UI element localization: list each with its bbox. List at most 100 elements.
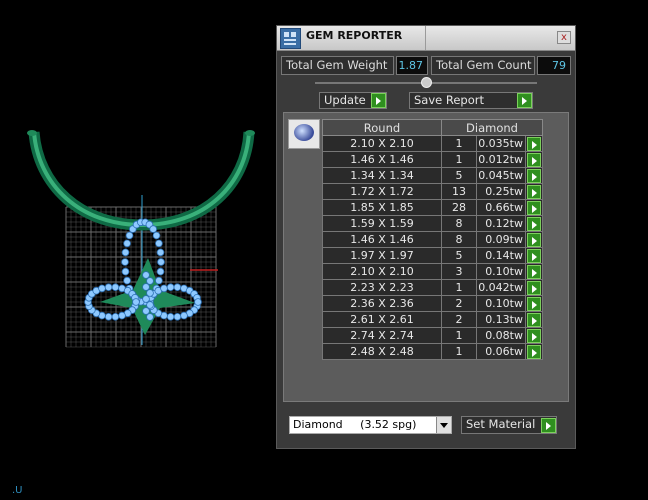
table-row: 2.23 X 2.23 1 0.042tw [322, 279, 543, 296]
gem-stone [194, 298, 202, 306]
table-row: 2.10 X 2.10 1 0.035tw [322, 135, 543, 152]
gem-stone [146, 277, 154, 285]
row-select-icon[interactable] [527, 280, 541, 295]
chain-end-right [245, 130, 255, 136]
table-row: 1.59 X 1.59 8 0.12tw [322, 215, 543, 232]
cell-weight: 0.045tw [476, 167, 526, 184]
gem-stone [146, 301, 154, 309]
axis-label: .U [12, 485, 23, 496]
material-select[interactable]: Diamond (3.52 spg) [289, 416, 452, 434]
gem-stone [123, 276, 131, 285]
cell-weight: 0.012tw [476, 151, 526, 168]
table-row: 2.61 X 2.61 2 0.13tw [322, 311, 543, 328]
table-row: 1.46 X 1.46 1 0.012tw [322, 151, 543, 168]
cell-action [525, 263, 543, 280]
row-select-icon[interactable] [527, 168, 541, 183]
row-select-icon[interactable] [527, 216, 541, 231]
save-report-go-icon[interactable] [517, 93, 532, 108]
row-select-icon[interactable] [527, 248, 541, 263]
save-report-label: Save Report [414, 93, 485, 107]
gem-stone [142, 307, 150, 315]
row-select-icon[interactable] [527, 184, 541, 199]
cell-size: 2.74 X 2.74 [322, 327, 442, 344]
app-icon [280, 28, 301, 49]
gem-table-area: Round Diamond 2.10 X 2.10 1 0.035tw 1.46 X … [283, 112, 569, 402]
cell-count: 1 [441, 135, 477, 152]
set-material-button[interactable]: Set Material [461, 416, 557, 434]
total-gem-weight-label: Total Gem Weight [281, 56, 394, 75]
cell-size: 2.36 X 2.36 [322, 295, 442, 312]
table-row: 1.46 X 1.46 8 0.09tw [322, 231, 543, 248]
total-gem-count-label: Total Gem Count [431, 56, 535, 75]
cell-action [525, 199, 543, 216]
cell-weight: 0.08tw [476, 327, 526, 344]
row-select-icon[interactable] [527, 200, 541, 215]
update-go-icon[interactable] [371, 93, 386, 108]
title-bar[interactable]: GEM REPORTER x [277, 26, 575, 51]
gem-stone [173, 312, 182, 321]
row-select-icon[interactable] [527, 312, 541, 327]
gem-stone [142, 295, 150, 303]
gem-stone [155, 239, 163, 248]
material-select-value: Diamond (3.52 spg) [293, 418, 417, 431]
cell-count: 1 [441, 327, 477, 344]
panel-title: GEM REPORTER [306, 29, 403, 42]
cell-count: 1 [441, 151, 477, 168]
cell-weight: 0.66tw [476, 199, 526, 216]
title-divider [425, 26, 426, 50]
table-row: 2.10 X 2.10 3 0.10tw [322, 263, 543, 280]
update-button[interactable]: Update [319, 92, 387, 109]
close-button[interactable]: x [557, 31, 571, 44]
table-row: 1.85 X 1.85 28 0.66tw [322, 199, 543, 216]
column-header-material: Diamond [441, 119, 543, 136]
cell-weight: 0.06tw [476, 343, 526, 360]
row-select-icon[interactable] [527, 328, 541, 343]
cell-action [525, 167, 543, 184]
row-select-icon[interactable] [527, 264, 541, 279]
column-header-shape: Round [322, 119, 442, 136]
set-material-label: Set Material [466, 417, 536, 431]
gem-stone [121, 248, 130, 257]
gem-stone [160, 284, 168, 293]
cell-weight: 0.13tw [476, 311, 526, 328]
gem-stone [156, 248, 165, 257]
update-label: Update [324, 93, 366, 107]
cell-size: 1.85 X 1.85 [322, 199, 442, 216]
table-row: 2.48 X 2.48 1 0.06tw [322, 343, 543, 360]
gem-stone [155, 276, 163, 285]
cell-size: 1.34 X 1.34 [322, 167, 442, 184]
set-material-go-icon[interactable] [541, 418, 556, 433]
cell-weight: 0.035tw [476, 135, 526, 152]
gem-stone [142, 271, 150, 279]
gem-stone [157, 258, 165, 266]
chevron-down-icon[interactable] [436, 417, 451, 433]
total-gem-weight-value: 1.87 [396, 56, 428, 75]
row-select-icon[interactable] [527, 136, 541, 151]
cell-action [525, 279, 543, 296]
cell-count: 5 [441, 167, 477, 184]
gem-stone [104, 312, 113, 321]
cell-count: 13 [441, 183, 477, 200]
save-report-button[interactable]: Save Report [409, 92, 533, 109]
cell-count: 1 [441, 279, 477, 296]
table-row: 1.34 X 1.34 5 0.045tw [322, 167, 543, 184]
cell-weight: 0.10tw [476, 263, 526, 280]
row-select-icon[interactable] [527, 232, 541, 247]
row-select-icon[interactable] [527, 344, 541, 359]
cell-size: 2.23 X 2.23 [322, 279, 442, 296]
cell-count: 2 [441, 311, 477, 328]
gem-stone [98, 284, 106, 293]
cell-size: 2.48 X 2.48 [322, 343, 442, 360]
cell-size: 1.46 X 1.46 [322, 231, 442, 248]
cell-weight: 0.09tw [476, 231, 526, 248]
cell-weight: 0.14tw [476, 247, 526, 264]
gem-reporter-panel: GEM REPORTER x Total Gem Weight 1.87 Tot… [276, 25, 576, 449]
table-row: 2.74 X 2.74 1 0.08tw [322, 327, 543, 344]
slider-thumb[interactable] [421, 77, 432, 88]
cell-action [525, 327, 543, 344]
cell-count: 8 [441, 231, 477, 248]
cell-weight: 0.10tw [476, 295, 526, 312]
row-select-icon[interactable] [527, 152, 541, 167]
chain-end-left [27, 130, 37, 136]
row-select-icon[interactable] [527, 296, 541, 311]
